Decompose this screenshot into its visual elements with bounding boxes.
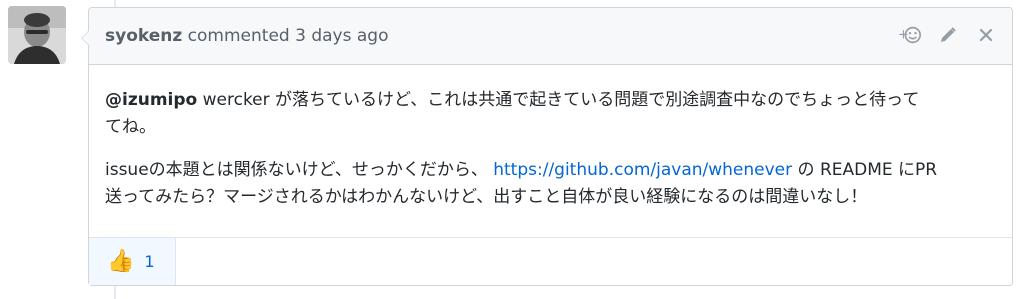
comment-paragraph-1: @izumipo wercker が落ちているけど、これは共通で起きている問題で… [105,87,996,141]
comment-paragraph-1-text2: てね。 [105,117,156,137]
comment-paragraph-2-text-line2: 送ってみたら？マージされるかはわかんないけど、出すこと自体が良い経験になるのは間… [105,187,868,207]
comment-author[interactable]: syokenz [105,26,182,46]
avatar-photo-icon [8,6,66,64]
comment-header-text: syokenz commented 3 days ago [105,26,388,46]
reaction-count: 1 [144,252,155,271]
comment-paragraph-2-text-after: の README にPR [792,160,938,180]
comment-paragraph-2: issueの本題とは関係ないけど、せっかくだから、 https://github… [105,157,996,211]
comment-header: syokenz commented 3 days ago + [89,8,1012,65]
comment-timestamp[interactable]: 3 days ago [295,26,388,46]
comment-box: syokenz commented 3 days ago + @izumipo … [81,7,1013,286]
repo-link[interactable]: https://github.com/javan/whenever [493,160,792,180]
edit-pencil-icon[interactable] [936,23,960,47]
comment-action: commented [187,26,290,46]
close-icon[interactable] [974,23,998,47]
reaction-thumbs-up-button[interactable]: 👍 1 [89,238,176,285]
avatar[interactable] [8,6,66,64]
add-reaction-icon[interactable]: + [898,23,922,47]
user-mention-link[interactable]: @izumipo [105,90,197,110]
thumbs-up-icon: 👍 [107,248,135,274]
reactions-bar: 👍 1 [89,237,1012,285]
comment-body: @izumipo wercker が落ちているけど、これは共通で起きている問題で… [89,65,1012,211]
comment-paragraph-1-text: wercker が落ちているけど、これは共通で起きている問題で別途調査中なのでち… [197,90,920,110]
comment-actions: + [898,23,998,47]
comment-paragraph-2-text-before: issueの本題とは関係ないけど、せっかくだから、 [105,160,494,180]
